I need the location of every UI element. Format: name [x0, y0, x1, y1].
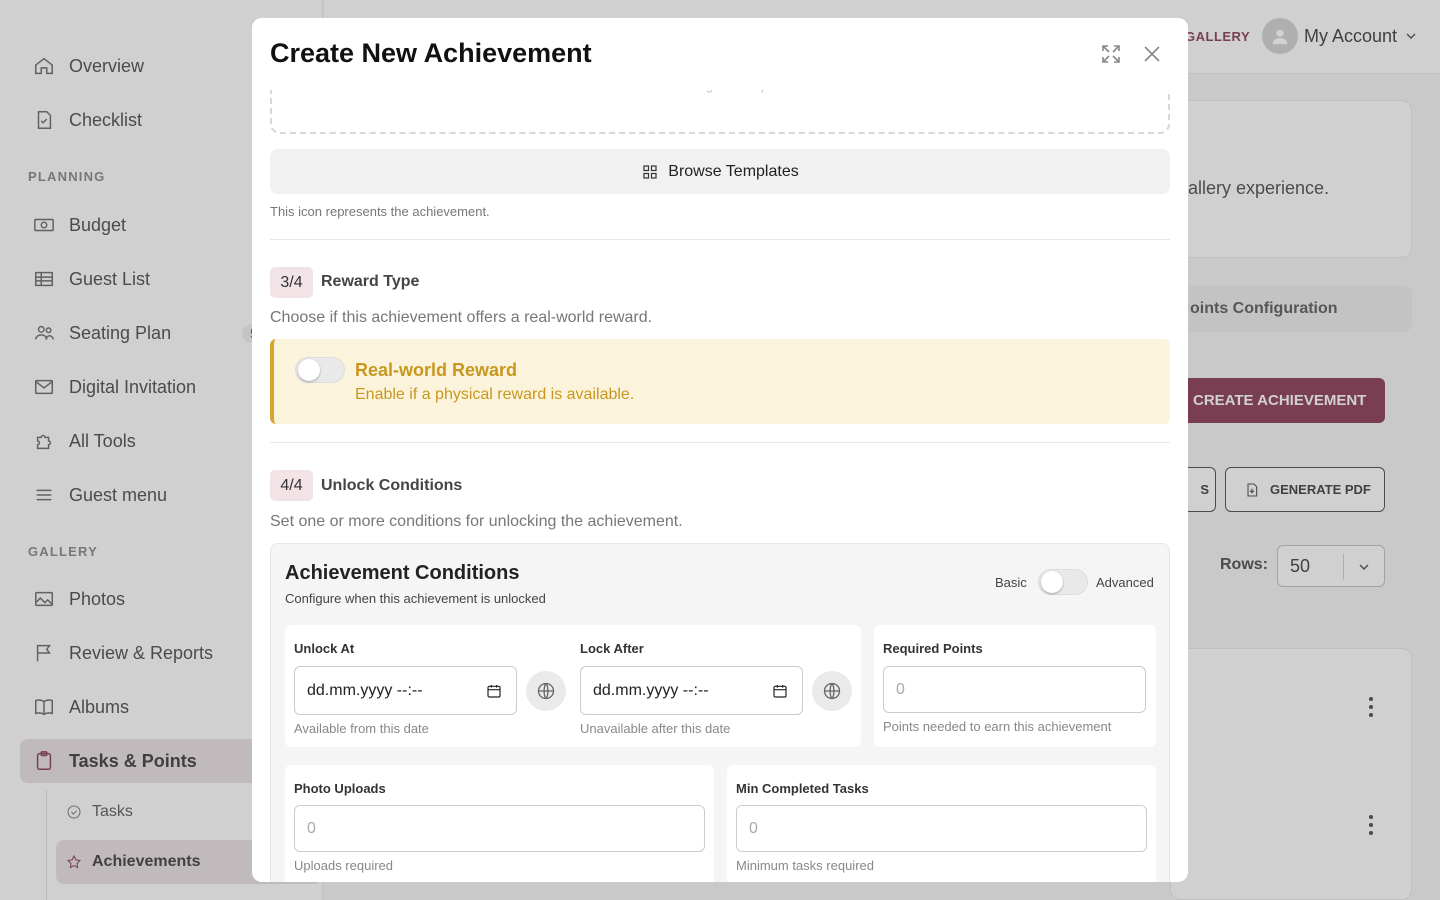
lock-after-input[interactable]: dd.mm.yyyy --:--: [580, 666, 803, 715]
unlock-at-input[interactable]: dd.mm.yyyy --:--: [294, 666, 517, 715]
step-title: Reward Type: [321, 273, 420, 290]
mode-basic-label: Basic: [995, 575, 1027, 590]
achievement-conditions-panel: Achievement Conditions Configure when th…: [270, 543, 1170, 882]
calendar-icon[interactable]: [486, 683, 502, 699]
unlock-at-label: Unlock At: [294, 641, 355, 656]
create-achievement-modal: or drag and drop Create New Achievement …: [252, 18, 1188, 882]
input-placeholder: 0: [896, 681, 905, 698]
lock-after-help: Unavailable after this date: [580, 721, 731, 736]
lock-timezone-button[interactable]: [812, 671, 852, 711]
button-label: Browse Templates: [668, 162, 799, 180]
conditions-subtitle: Configure when this achievement is unloc…: [285, 591, 546, 606]
globe-icon: [537, 682, 555, 700]
min-tasks-help: Minimum tasks required: [736, 858, 874, 873]
required-points-help: Points needed to earn this achievement: [883, 719, 1112, 734]
step-badge: 3/4: [270, 267, 313, 298]
photo-uploads-label: Photo Uploads: [294, 781, 386, 796]
reward-title: Real-world Reward: [355, 360, 518, 380]
divider: [270, 239, 1170, 240]
grid-icon: [643, 164, 657, 179]
globe-icon: [823, 682, 841, 700]
required-points-input[interactable]: 0: [883, 666, 1146, 713]
lock-after-label: Lock After: [580, 641, 644, 656]
divider: [270, 442, 1170, 443]
close-icon[interactable]: [1140, 42, 1164, 66]
reward-box: Real-world Reward Enable if a physical r…: [270, 339, 1170, 424]
step-title: Unlock Conditions: [321, 477, 463, 494]
unlock-at-help: Available from this date: [294, 721, 429, 736]
min-tasks-label: Min Completed Tasks: [736, 781, 869, 796]
min-tasks-input[interactable]: 0: [736, 805, 1147, 852]
unlock-at-value: dd.mm.yyyy --:--: [307, 682, 423, 699]
step-description: Choose if this achievement offers a real…: [270, 309, 653, 326]
dates-card: Unlock At dd.mm.yyyy --:-- Available fro…: [285, 625, 861, 747]
input-placeholder: 0: [749, 820, 758, 837]
advanced-mode-toggle[interactable]: [1038, 569, 1088, 595]
modal-title: Create New Achievement: [270, 38, 592, 68]
photo-uploads-input[interactable]: 0: [294, 805, 705, 852]
conditions-title: Achievement Conditions: [285, 562, 520, 584]
required-points-card: Required Points 0 Points needed to earn …: [874, 625, 1156, 747]
required-points-label: Required Points: [883, 641, 983, 656]
step-description: Set one or more conditions for unlocking…: [270, 513, 683, 530]
unlock-timezone-button[interactable]: [526, 671, 566, 711]
browse-templates-button[interactable]: Browse Templates: [270, 149, 1170, 194]
input-placeholder: 0: [307, 820, 316, 837]
photo-uploads-help: Uploads required: [294, 858, 394, 873]
step-badge: 4/4: [270, 470, 313, 501]
calendar-icon[interactable]: [772, 683, 788, 699]
mode-advanced-label: Advanced: [1096, 575, 1154, 590]
min-tasks-card: Min Completed Tasks 0 Minimum tasks requ…: [727, 765, 1156, 882]
real-world-reward-toggle[interactable]: [295, 357, 345, 383]
icon-hint: This icon represents the achievement.: [270, 204, 490, 219]
lock-after-value: dd.mm.yyyy --:--: [593, 682, 709, 699]
reward-subtitle: Enable if a physical reward is available…: [355, 386, 635, 403]
expand-icon[interactable]: [1099, 42, 1123, 66]
photo-uploads-card: Photo Uploads 0 Uploads required: [285, 765, 714, 882]
